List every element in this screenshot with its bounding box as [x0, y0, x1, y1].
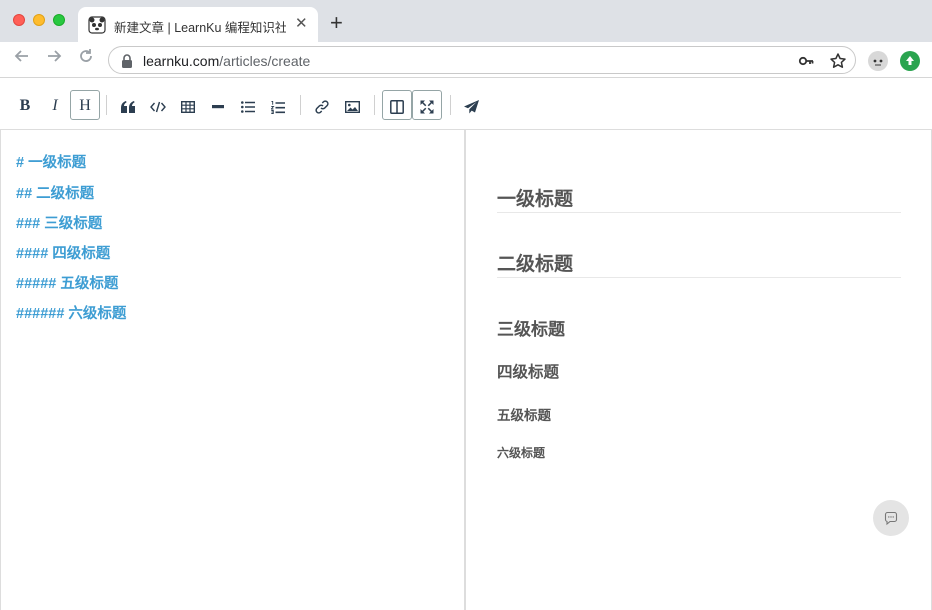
url-text: learnku.com/articles/create [143, 53, 310, 69]
chat-icon [884, 511, 898, 526]
horizontal-rule-icon [212, 105, 224, 109]
chat-button[interactable] [873, 500, 909, 536]
preview-heading-5: 五级标题 [497, 408, 551, 423]
key-icon[interactable] [797, 52, 815, 70]
tab-close-icon[interactable]: ✕ [295, 14, 308, 34]
horizontal-rule-button[interactable] [203, 90, 233, 120]
learnku-favicon-icon [88, 16, 106, 34]
publish-icon [463, 100, 479, 114]
table-icon [181, 101, 195, 114]
markdown-preview: 一级标题 二级标题 三级标题 四级标题 五级标题 六级标题 [467, 130, 932, 610]
unordered-list-icon [241, 101, 255, 114]
ordered-list-button[interactable] [263, 90, 293, 120]
back-button[interactable] [11, 48, 33, 70]
preview-heading-2: 二级标题 [497, 254, 574, 275]
maximize-window-button[interactable] [53, 14, 65, 26]
italic-button[interactable]: I [40, 90, 70, 120]
toolbar-divider [374, 95, 375, 115]
lock-icon [122, 54, 132, 68]
toolbar-divider [106, 95, 107, 115]
fullscreen-button[interactable] [412, 90, 442, 120]
tab-title: 新建文章 | LearnKu 编程知识社区 [114, 21, 286, 35]
quote-icon [121, 101, 135, 114]
table-button[interactable] [173, 90, 203, 120]
unordered-list-button[interactable] [233, 90, 263, 120]
address-bar[interactable]: learnku.com/articles/create [108, 46, 856, 74]
side-by-side-button[interactable] [382, 90, 412, 120]
image-button[interactable] [337, 90, 367, 120]
browser-titlebar: 新建文章 | LearnKu 编程知识社区 ✕ + [0, 0, 932, 42]
new-tab-button[interactable]: + [330, 11, 343, 35]
editor-line-h5[interactable]: ##### 五级标题 [16, 272, 118, 293]
editor-line-h6[interactable]: ###### 六级标题 [16, 302, 126, 323]
forward-arrow-icon [48, 50, 62, 62]
side-by-side-icon [390, 100, 404, 115]
bold-button[interactable]: B [10, 90, 40, 120]
forward-button[interactable] [43, 48, 65, 70]
url-path: /articles/create [219, 53, 311, 69]
back-arrow-icon [14, 50, 28, 62]
upload-extension-icon[interactable] [900, 51, 920, 71]
preview-heading-2-rule [497, 277, 901, 278]
reload-icon [80, 49, 92, 62]
editor-line-h1[interactable]: # 一级标题 [16, 151, 86, 172]
toolbar-divider [300, 95, 301, 115]
editor-line-h4[interactable]: #### 四级标题 [16, 242, 110, 263]
close-window-button[interactable] [13, 14, 25, 26]
minimize-window-button[interactable] [33, 14, 45, 26]
heading-button[interactable]: H [70, 90, 100, 120]
editor-line-h3[interactable]: ### 三级标题 [16, 212, 102, 233]
image-icon [344, 101, 360, 114]
link-button[interactable] [307, 90, 337, 120]
preview-heading-6: 六级标题 [497, 446, 546, 460]
code-icon [150, 102, 166, 113]
preview-heading-4: 四级标题 [497, 364, 560, 381]
bookmark-star-icon[interactable] [829, 52, 847, 70]
preview-heading-1-rule [497, 212, 901, 213]
preview-heading-1: 一级标题 [497, 189, 574, 210]
preview-heading-3: 三级标题 [497, 320, 565, 339]
markdown-editor[interactable]: # 一级标题 ## 二级标题 ### 三级标题 #### 四级标题 ##### … [0, 130, 466, 610]
editor-toolbar: B I H [0, 79, 932, 130]
ordered-list-icon [271, 100, 285, 114]
editor-line-h2[interactable]: ## 二级标题 [16, 182, 94, 203]
browser-toolbar: learnku.com/articles/create [0, 42, 932, 78]
code-button[interactable] [143, 90, 173, 120]
toolbar-divider [450, 95, 451, 115]
quote-button[interactable] [113, 90, 143, 120]
publish-button[interactable] [456, 90, 486, 120]
browser-tab[interactable]: 新建文章 | LearnKu 编程知识社区 ✕ [78, 7, 318, 42]
fullscreen-icon [420, 100, 434, 114]
link-icon [315, 100, 329, 114]
reload-button[interactable] [75, 48, 97, 70]
url-domain: learnku.com [143, 53, 220, 69]
profile-extension-icon[interactable] [868, 51, 888, 71]
